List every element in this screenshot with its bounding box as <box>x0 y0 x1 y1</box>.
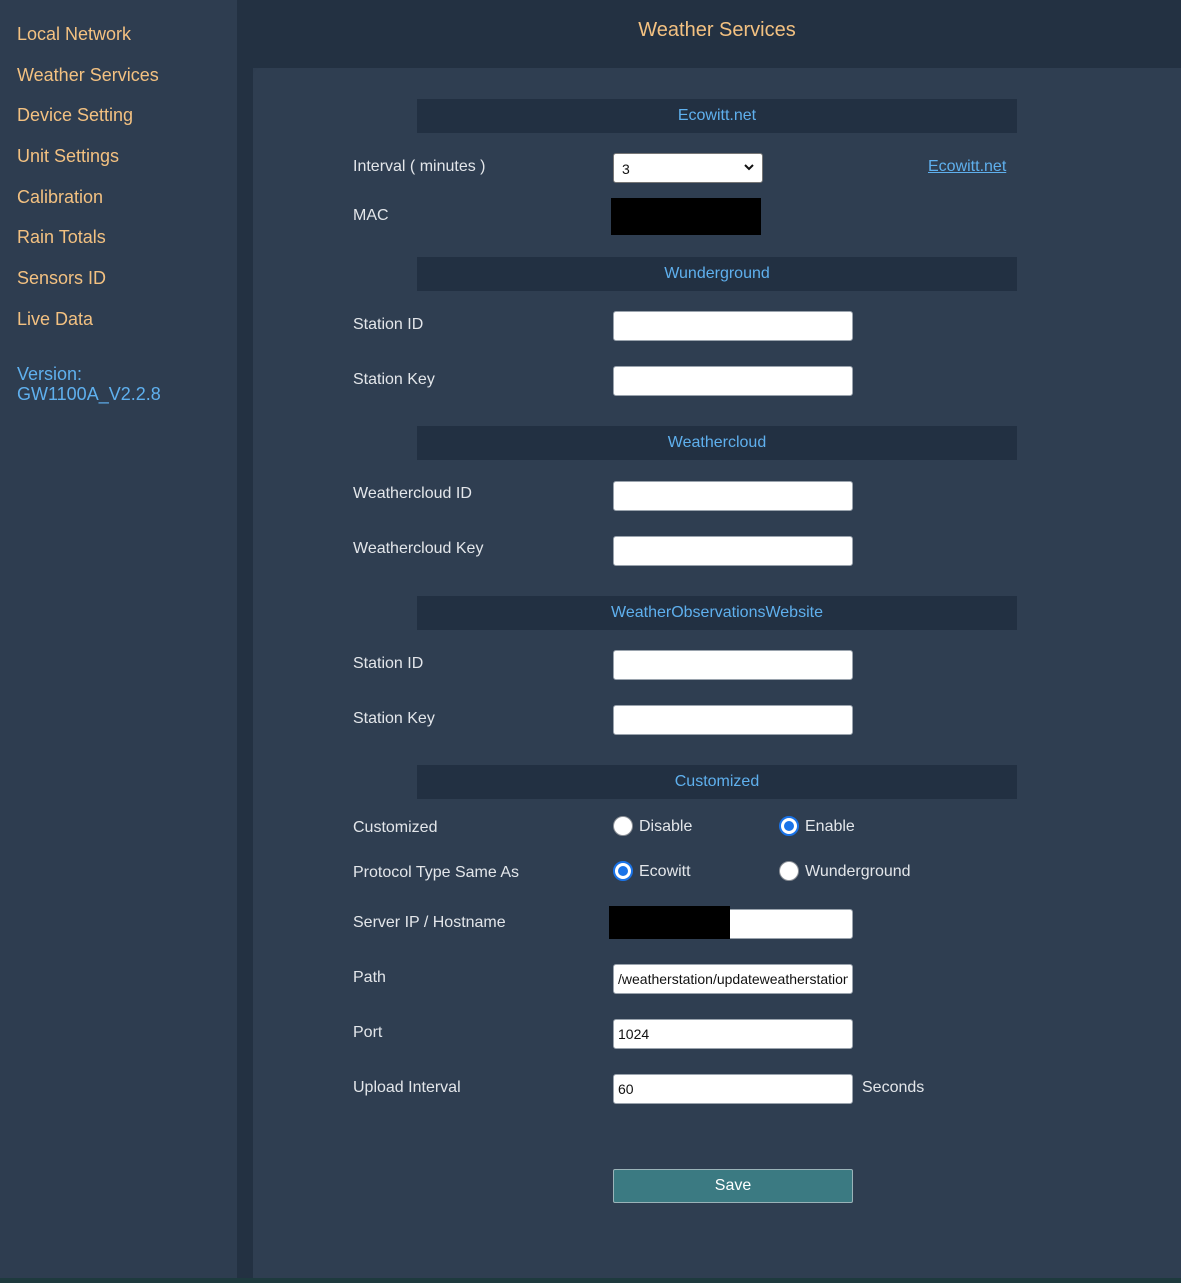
protocol-ecowitt-label: Ecowitt <box>639 863 691 880</box>
chevron-down-icon <box>744 164 754 171</box>
path-input[interactable] <box>613 964 853 994</box>
section-header-ecowitt: Ecowitt.net <box>417 99 1017 133</box>
bottom-strip <box>0 1278 1181 1283</box>
wc-id-label: Weathercloud ID <box>353 485 472 502</box>
sidebar-item-calibration[interactable]: Calibration <box>0 184 237 225</box>
section-header-wunderground: Wunderground <box>417 257 1017 291</box>
wow-station-key-input[interactable] <box>613 705 853 735</box>
customized-label: Customized <box>353 819 438 836</box>
wow-station-key-label: Station Key <box>353 710 435 727</box>
wow-station-id-label: Station ID <box>353 655 424 672</box>
ecowitt-link[interactable]: Ecowitt.net <box>928 158 1006 176</box>
sidebar-item-rain-totals[interactable]: Rain Totals <box>0 224 237 265</box>
wu-station-id-label: Station ID <box>353 316 424 333</box>
sidebar-item-local-network[interactable]: Local Network <box>0 21 237 62</box>
upload-interval-unit: Seconds <box>862 1079 925 1096</box>
mac-label: MAC <box>353 207 389 224</box>
port-input[interactable] <box>613 1019 853 1049</box>
version-label: Version: <box>17 363 83 384</box>
customized-enable-label: Enable <box>805 818 855 835</box>
interval-selected-value: 3 <box>622 161 630 177</box>
gutter <box>237 68 253 1278</box>
protocol-wunderground-label: Wunderground <box>805 863 911 880</box>
sidebar-item-live-data[interactable]: Live Data <box>0 306 237 347</box>
sidebar-item-unit-settings[interactable]: Unit Settings <box>0 143 237 184</box>
path-label: Path <box>353 969 386 986</box>
version-info: Version: GW1100A_V2.2.8 <box>0 364 237 404</box>
mac-value-redacted <box>611 198 761 235</box>
sidebar-item-device-setting[interactable]: Device Setting <box>0 102 237 143</box>
wc-key-input[interactable] <box>613 536 853 566</box>
wu-station-key-input[interactable] <box>613 366 853 396</box>
section-header-weathercloud: Weathercloud <box>417 426 1017 460</box>
sidebar: Local Network Weather Services Device Se… <box>0 0 237 1278</box>
upload-interval-label: Upload Interval <box>353 1079 461 1096</box>
server-value-redacted <box>609 906 730 939</box>
protocol-wunderground-radio[interactable] <box>779 861 799 881</box>
port-label: Port <box>353 1024 383 1041</box>
customized-disable-label: Disable <box>639 818 693 835</box>
section-header-customized: Customized <box>417 765 1017 799</box>
save-button[interactable]: Save <box>613 1169 853 1203</box>
wc-id-input[interactable] <box>613 481 853 511</box>
section-header-wow: WeatherObservationsWebsite <box>417 596 1017 630</box>
wu-station-id-input[interactable] <box>613 311 853 341</box>
upload-interval-input[interactable] <box>613 1074 853 1104</box>
interval-select[interactable]: 3 <box>613 153 763 183</box>
server-label: Server IP / Hostname <box>353 914 506 931</box>
customized-disable-radio[interactable] <box>613 816 633 836</box>
wow-station-id-input[interactable] <box>613 650 853 680</box>
page-title: Weather Services <box>638 19 796 41</box>
sidebar-item-weather-services[interactable]: Weather Services <box>0 62 237 103</box>
version-value: GW1100A_V2.2.8 <box>17 383 161 404</box>
customized-enable-radio[interactable] <box>779 816 799 836</box>
protocol-label: Protocol Type Same As <box>353 864 520 881</box>
sidebar-item-sensors-id[interactable]: Sensors ID <box>0 265 237 306</box>
wc-key-label: Weathercloud Key <box>353 540 484 557</box>
protocol-ecowitt-radio[interactable] <box>613 861 633 881</box>
wu-station-key-label: Station Key <box>353 371 435 388</box>
interval-label: Interval ( minutes ) <box>353 158 486 175</box>
